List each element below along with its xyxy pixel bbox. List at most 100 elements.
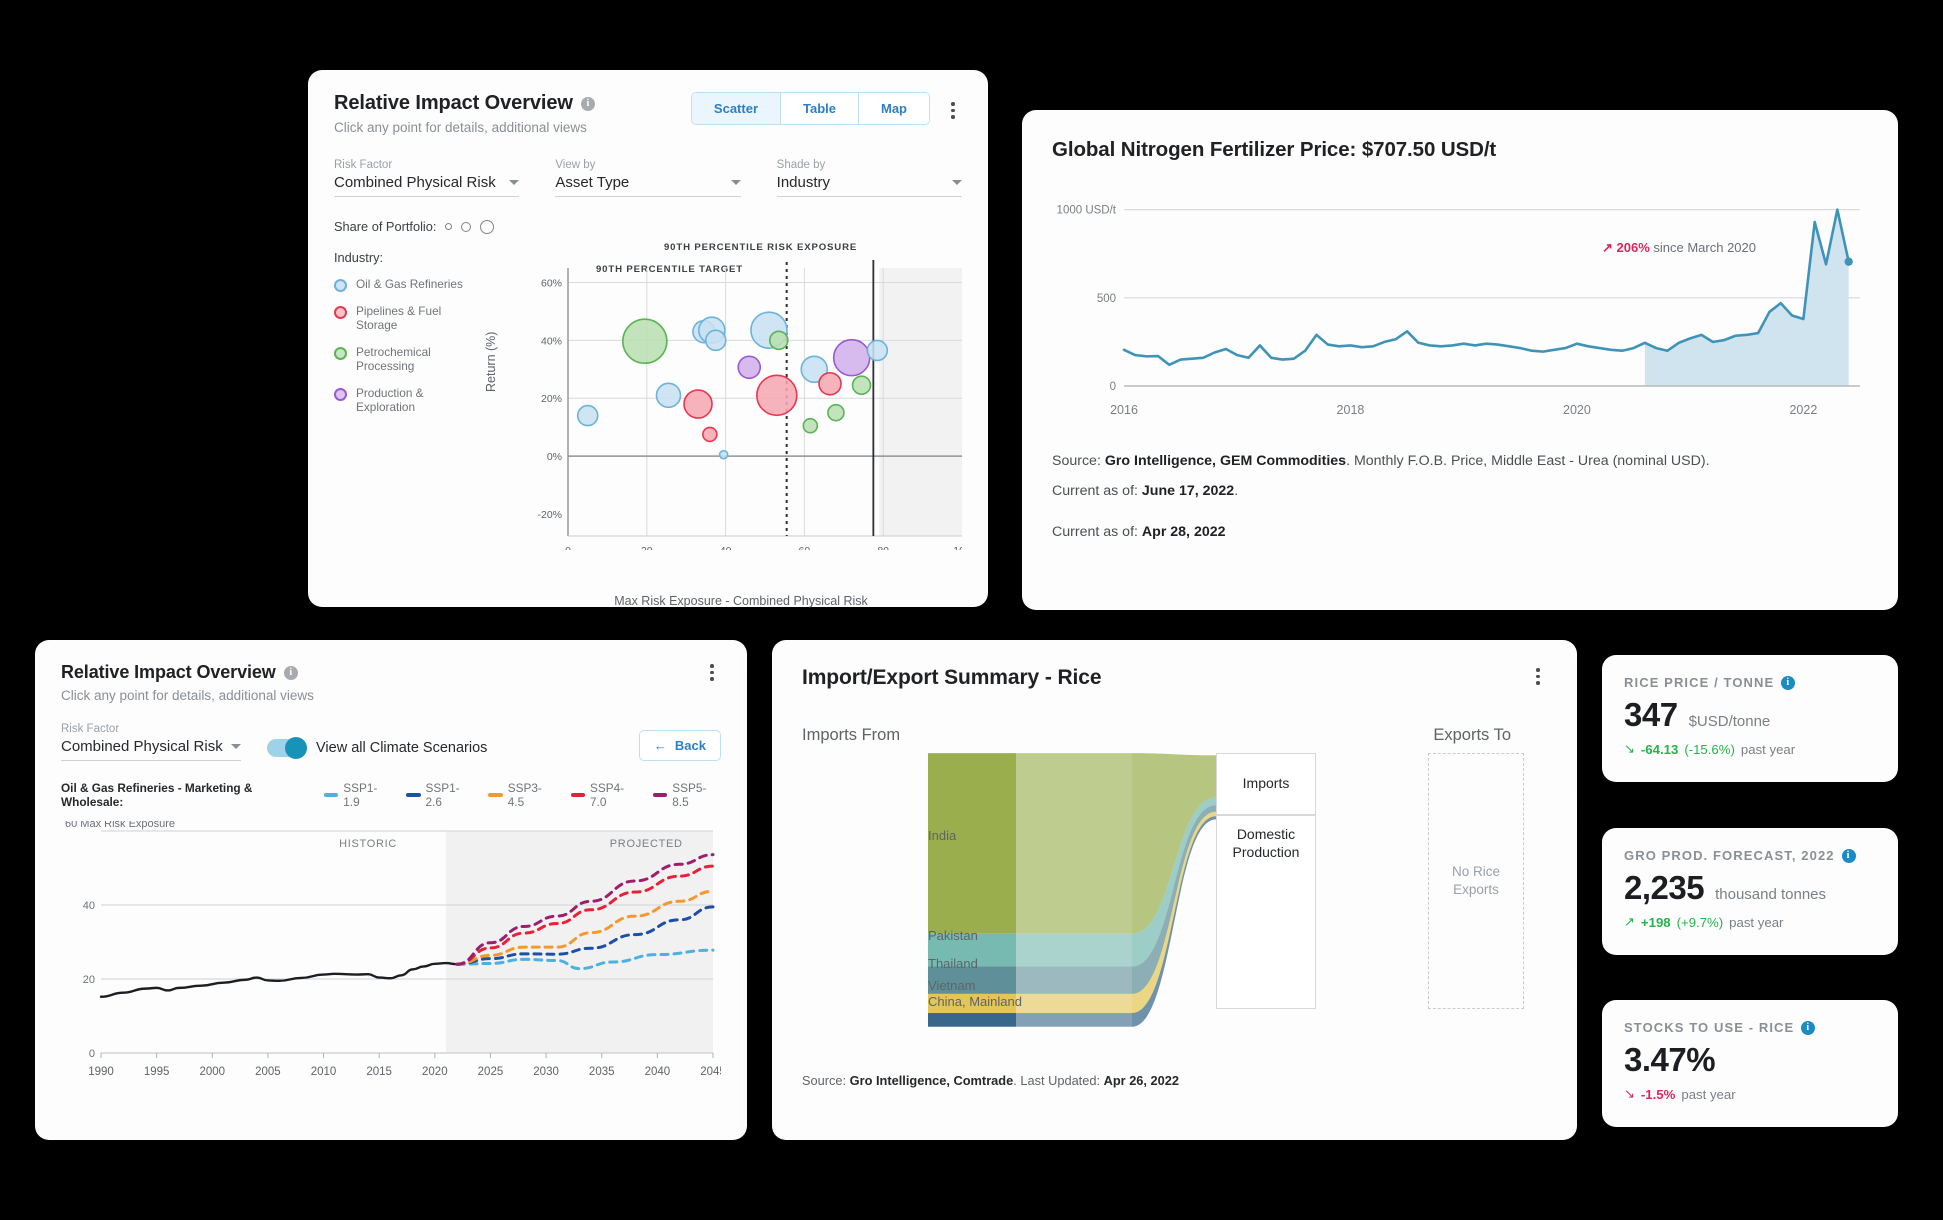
tab-table[interactable]: Table bbox=[781, 93, 859, 124]
legend-item-oil-gas-refineries[interactable]: Oil & Gas Refineries bbox=[334, 277, 484, 292]
share-of-portfolio-label: Share of Portfolio: bbox=[334, 219, 437, 234]
filter-view-by-value-row[interactable]: Asset Type bbox=[555, 174, 741, 197]
kpi-delta-row: ↗ +198 (+9.7%) past year bbox=[1624, 914, 1876, 930]
climate-scenarios-toggle-group[interactable]: View all Climate Scenarios bbox=[267, 737, 488, 761]
svg-text:80: 80 bbox=[877, 545, 889, 550]
filter-shade-by-value-row[interactable]: Industry bbox=[776, 174, 962, 197]
info-icon[interactable]: i bbox=[1841, 848, 1856, 863]
svg-text:60: 60 bbox=[799, 545, 811, 550]
legend-item-ssp1-2-6[interactable]: SSP1-2.6 bbox=[406, 781, 474, 809]
filter-risk-factor[interactable]: Risk Factor Combined Physical Risk bbox=[61, 723, 241, 761]
scatter-svg[interactable]: -20% 0% 20% 40% 60% 0 20 40 60 80 100 bbox=[520, 260, 962, 550]
svg-text:0%: 0% bbox=[547, 451, 562, 463]
source-updated-date: Apr 26, 2022 bbox=[1103, 1073, 1180, 1088]
kpi-title-text: RICE PRICE / TONNE bbox=[1624, 675, 1775, 690]
current-as-of-date-2: Apr 28, 2022 bbox=[1141, 524, 1226, 541]
legend-swatch-icon bbox=[334, 387, 347, 401]
filter-shade-by[interactable]: Shade by Industry bbox=[776, 159, 962, 197]
trend-down-icon: ↘ bbox=[1624, 1086, 1635, 1101]
kpi-card-stocks-to-use-rice: STOCKS TO USE - RICE i 3.47% ↘ -1.5% pas… bbox=[1602, 1000, 1898, 1127]
scatter-y-axis-title: Return (%) bbox=[484, 331, 498, 392]
kpi-delta-period: past year bbox=[1740, 741, 1796, 757]
current-as-of-label-2: Current as of: bbox=[1052, 524, 1142, 541]
imports-from-label: Imports From bbox=[802, 726, 901, 744]
svg-text:2015: 2015 bbox=[366, 1066, 392, 1078]
legend-item-ssp3-4-5[interactable]: SSP3-4.5 bbox=[488, 781, 556, 809]
sankey-card-header: Import/Export Summary - Rice bbox=[802, 666, 1547, 690]
svg-text:2025: 2025 bbox=[478, 1066, 504, 1078]
legend-item-ssp4-7-0[interactable]: SSP4-7.0 bbox=[570, 781, 639, 809]
svg-text:1000 USD/t: 1000 USD/t bbox=[1057, 205, 1117, 217]
dashboard-stage: Relative Impact Overview i Click any poi… bbox=[0, 0, 1943, 1220]
filter-risk-factor-value-row[interactable]: Combined Physical Risk bbox=[334, 174, 520, 197]
legend-item-production-exploration[interactable]: Production & Exploration bbox=[334, 386, 484, 415]
impact-line-chart-svg[interactable]: 60 Max Risk Exposure 40 20 0 HISTORIC PROJECT… bbox=[61, 821, 721, 1101]
filter-risk-factor-label: Risk Factor bbox=[334, 159, 393, 171]
current-as-of-suffix: . bbox=[1234, 482, 1239, 499]
svg-text:100: 100 bbox=[953, 545, 962, 550]
scatter-plot-area[interactable]: -20% 0% 20% 40% 60% 0 20 40 60 80 100 bbox=[520, 260, 962, 550]
back-button-label: Back bbox=[674, 738, 706, 753]
tab-map[interactable]: Map bbox=[859, 93, 929, 124]
sankey-diagram[interactable]: Imports Domestic Production No Rice Expo… bbox=[802, 751, 1547, 1031]
info-icon[interactable]: i bbox=[580, 96, 595, 111]
toggle-label: View all Climate Scenarios bbox=[316, 740, 488, 756]
kpi-value-row: 347 $USD/tonne bbox=[1624, 696, 1876, 734]
legend-item-ssp5-8-5[interactable]: SSP5-8.5 bbox=[652, 781, 721, 809]
legend-swatch-icon bbox=[334, 306, 347, 319]
svg-text:2040: 2040 bbox=[645, 1066, 671, 1078]
risk-exposure-line-label: 90TH PERCENTILE RISK EXPOSURE bbox=[664, 242, 858, 253]
legend-label: Production & Exploration bbox=[356, 385, 424, 414]
svg-text:2005: 2005 bbox=[255, 1066, 281, 1078]
view-all-climate-scenarios-toggle[interactable] bbox=[267, 737, 307, 759]
more-options-icon[interactable] bbox=[1529, 666, 1547, 685]
svg-text:500: 500 bbox=[1097, 293, 1116, 305]
source-name: Gro Intelligence, Comtrade bbox=[849, 1073, 1014, 1088]
kpi-value: 3.47% bbox=[1624, 1041, 1716, 1078]
source-prefix: Source: bbox=[1052, 453, 1105, 469]
svg-text:2030: 2030 bbox=[533, 1066, 559, 1078]
current-as-of-label: Current as of: bbox=[1052, 482, 1142, 499]
fertilizer-chart[interactable]: 1000 USD/t 500 0 2016 2018 2020 2022 ↗ 206% si… bbox=[1052, 178, 1868, 446]
legend-item-petrochemical-processing[interactable]: Petrochemical Processing bbox=[334, 345, 484, 374]
fertilizer-area-chart-svg[interactable]: 1000 USD/t 500 0 2016 2018 2020 2022 bbox=[1052, 178, 1868, 446]
impact-line-chart[interactable]: 60 Max Risk Exposure 40 20 0 HISTORIC PROJECT… bbox=[61, 821, 721, 1101]
svg-text:60%: 60% bbox=[541, 277, 562, 289]
svg-text:PROJECTED: PROJECTED bbox=[610, 838, 683, 850]
import-export-summary-card: Import/Export Summary - Rice Imports Fro… bbox=[772, 640, 1577, 1140]
sankey-node-domestic-production[interactable]: Domestic Production bbox=[1216, 815, 1316, 1009]
more-options-icon[interactable] bbox=[944, 92, 962, 119]
industry-legend: Industry: Oil & Gas Refineries Pipelines… bbox=[334, 250, 484, 426]
kpi-card-gro-prod-forecast: GRO PROD. FORECAST, 2022 i 2,235 thousan… bbox=[1602, 828, 1898, 955]
filter-risk-factor[interactable]: Risk Factor Combined Physical Risk bbox=[334, 159, 520, 197]
fertilizer-price-card: Global Nitrogen Fertilizer Price: $707.5… bbox=[1022, 110, 1898, 610]
legend-item-pipelines-fuel-storage[interactable]: Pipelines & Fuel Storage bbox=[334, 304, 484, 333]
fertilizer-current-line-1: Current as of: June 17, 2022. bbox=[1052, 478, 1868, 506]
legend-label: Pipelines & Fuel Storage bbox=[356, 304, 442, 333]
sankey-node-imports[interactable]: Imports bbox=[1216, 753, 1316, 815]
chevron-down-icon bbox=[730, 180, 741, 185]
fertilizer-change-period: since March 2020 bbox=[1653, 240, 1756, 255]
legend-swatch-icon bbox=[570, 793, 585, 797]
filter-view-by[interactable]: View by Asset Type bbox=[555, 159, 741, 197]
kpi-delta-row: ↘ -64.13 (-15.6%) past year bbox=[1624, 741, 1876, 757]
tab-scatter[interactable]: Scatter bbox=[691, 93, 781, 124]
legend-label: SSP4-7.0 bbox=[590, 781, 625, 809]
legend-swatch-icon bbox=[334, 279, 347, 292]
chevron-down-icon bbox=[951, 180, 962, 185]
kpi-delta-value: -64.13 bbox=[1640, 741, 1679, 757]
info-icon[interactable]: i bbox=[283, 665, 298, 680]
more-options-icon[interactable] bbox=[703, 662, 721, 681]
fertilizer-title: Global Nitrogen Fertilizer Price: $707.5… bbox=[1052, 138, 1868, 162]
legend-item-ssp1-1-9[interactable]: SSP1-1.9 bbox=[323, 781, 392, 809]
relative-impact-line-card: Relative Impact Overview i Click any poi… bbox=[35, 640, 747, 1140]
ssp-legend-title: Oil & Gas Refineries - Marketing & Whole… bbox=[61, 781, 253, 809]
legend-label: SSP5-8.5 bbox=[672, 781, 707, 809]
svg-text:-20%: -20% bbox=[537, 509, 562, 521]
info-icon[interactable]: i bbox=[1801, 1020, 1816, 1035]
filter-risk-factor-value-row[interactable]: Combined Physical Risk bbox=[61, 738, 241, 761]
info-icon[interactable]: i bbox=[1781, 675, 1796, 690]
legend-swatch-icon bbox=[488, 793, 503, 797]
scatter-filters: Risk Factor Combined Physical Risk View … bbox=[334, 159, 962, 197]
back-button[interactable]: ← Back bbox=[638, 730, 721, 761]
